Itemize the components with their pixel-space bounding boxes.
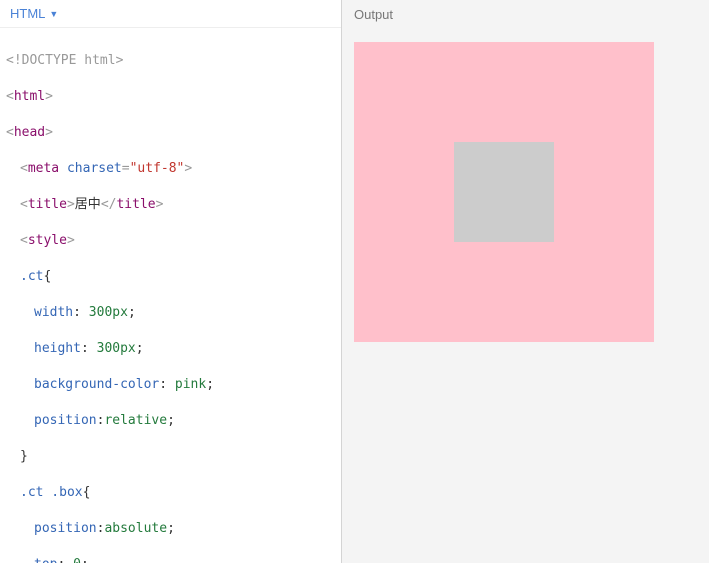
- code-text: html: [14, 89, 45, 104]
- code-text: .ct: [20, 269, 43, 284]
- code-text: <: [6, 125, 14, 140]
- code-text: "utf-8": [130, 161, 185, 176]
- code-text: <: [20, 161, 28, 176]
- code-text: ;: [128, 305, 136, 320]
- code-text: ;: [136, 341, 144, 356]
- code-text: style: [28, 233, 67, 248]
- code-text: }: [20, 449, 28, 464]
- code-text: ;: [167, 413, 175, 428]
- code-text: </: [101, 197, 117, 212]
- code-text: >: [184, 161, 192, 176]
- code-text: position: [34, 521, 97, 536]
- code-text: 0: [73, 557, 81, 563]
- code-text: ;: [167, 521, 175, 536]
- code-text: >: [67, 233, 75, 248]
- code-text: =: [122, 161, 130, 176]
- code-text: <: [6, 89, 14, 104]
- code-text: head: [14, 125, 45, 140]
- output-label: Output: [342, 0, 709, 28]
- chevron-down-icon: ▼: [49, 9, 58, 19]
- code-text: pink: [175, 377, 206, 392]
- code-text: background-color: [34, 377, 159, 392]
- code-tab-label: HTML: [10, 6, 45, 21]
- code-text: <: [20, 197, 28, 212]
- code-text: 居中: [75, 197, 101, 212]
- preview-container: [354, 42, 654, 342]
- code-editor[interactable]: <!DOCTYPE html> <html> <head> <meta char…: [0, 28, 341, 563]
- preview-box: [454, 142, 554, 242]
- code-text: {: [43, 269, 51, 284]
- code-text: title: [116, 197, 155, 212]
- code-text: ;: [81, 557, 89, 563]
- code-text: .ct .box: [20, 485, 83, 500]
- code-text: top: [34, 557, 57, 563]
- code-text: charset: [67, 161, 122, 176]
- code-text: >: [67, 197, 75, 212]
- code-text: {: [83, 485, 91, 500]
- code-text: :: [159, 377, 175, 392]
- code-text: :: [73, 305, 89, 320]
- code-text: >: [45, 125, 53, 140]
- code-text: <!DOCTYPE html>: [6, 53, 123, 68]
- code-text: :: [81, 341, 97, 356]
- code-text: relative: [104, 413, 167, 428]
- code-text: 300px: [97, 341, 136, 356]
- split-container: HTML ▼ <!DOCTYPE html> <html> <head> <me…: [0, 0, 709, 563]
- code-text: ;: [206, 377, 214, 392]
- code-text: >: [156, 197, 164, 212]
- code-text: meta: [28, 161, 59, 176]
- code-text: <: [20, 233, 28, 248]
- code-text: >: [45, 89, 53, 104]
- output-area: [342, 28, 709, 563]
- code-pane: HTML ▼ <!DOCTYPE html> <html> <head> <me…: [0, 0, 342, 563]
- code-text: :: [57, 557, 73, 563]
- code-tab[interactable]: HTML ▼: [0, 0, 341, 28]
- code-text: position: [34, 413, 97, 428]
- code-text: absolute: [104, 521, 167, 536]
- code-text: title: [28, 197, 67, 212]
- code-text: 300px: [89, 305, 128, 320]
- code-text: height: [34, 341, 81, 356]
- output-pane: Output: [342, 0, 709, 563]
- output-label-text: Output: [354, 7, 393, 22]
- code-text: [59, 161, 67, 176]
- code-text: width: [34, 305, 73, 320]
